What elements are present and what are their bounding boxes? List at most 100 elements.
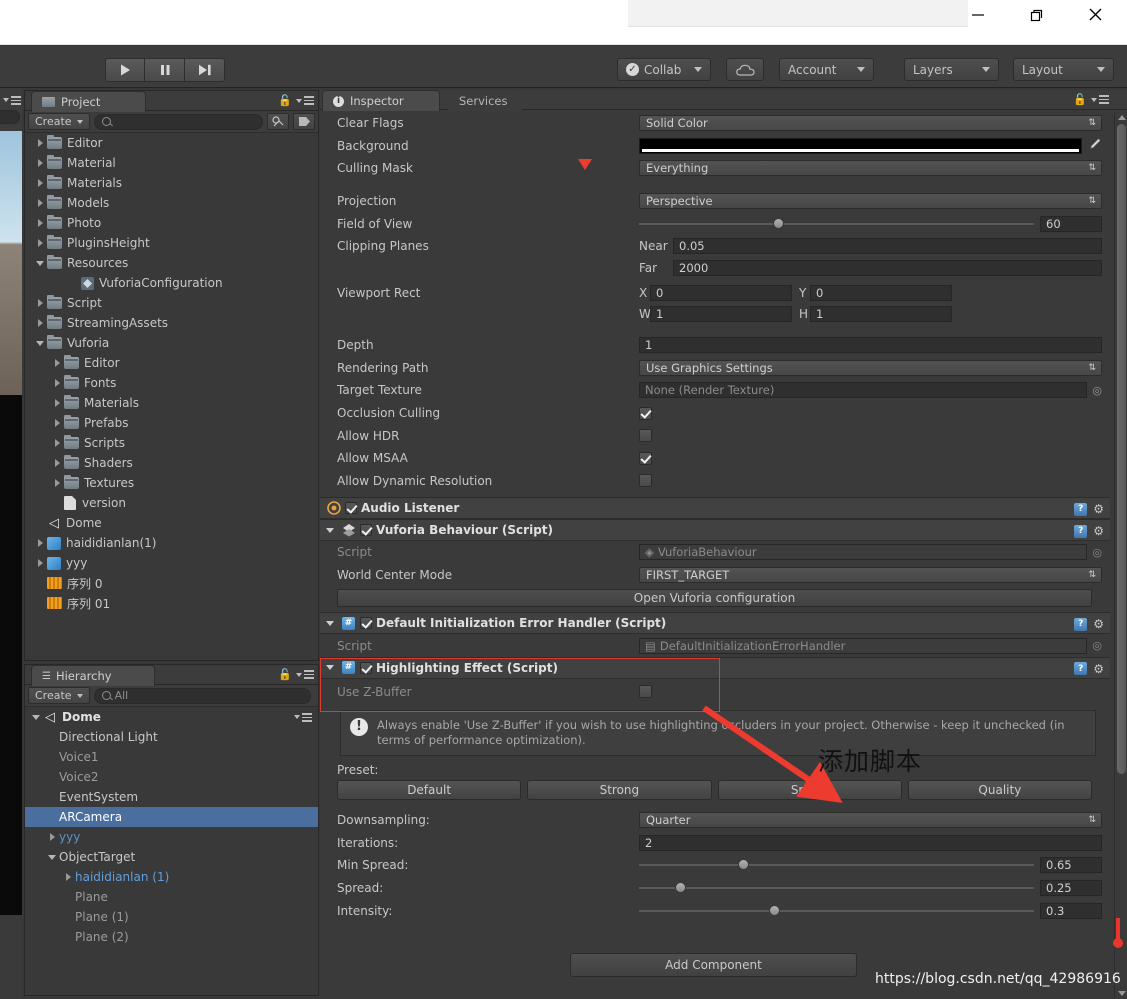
intensity-input[interactable]: 0.3 bbox=[1040, 902, 1102, 919]
project-tree-item[interactable]: Resources bbox=[25, 253, 318, 273]
allow-msaa-checkbox[interactable] bbox=[639, 451, 652, 465]
projection-dropdown[interactable]: Perspective ⇅ bbox=[639, 193, 1102, 210]
disclosure-arrow-icon[interactable] bbox=[52, 397, 64, 409]
project-create-button[interactable]: Create bbox=[28, 113, 90, 130]
downsampling-dropdown[interactable]: Quarter ⇅ bbox=[639, 812, 1102, 829]
fov-value-input[interactable]: 60 bbox=[1040, 215, 1102, 232]
panel-menu-icon[interactable] bbox=[296, 96, 314, 105]
project-tree-item[interactable]: StreamingAssets bbox=[25, 313, 318, 333]
allow-dynamic-resolution-checkbox[interactable] bbox=[639, 474, 652, 488]
preset-button[interactable]: Default bbox=[337, 779, 522, 800]
fov-slider[interactable] bbox=[639, 217, 1034, 229]
viewport-h-input[interactable]: 1 bbox=[810, 306, 952, 323]
occlusion-culling-checkbox[interactable] bbox=[639, 406, 652, 420]
help-icon[interactable]: ? bbox=[1074, 662, 1088, 676]
clear-flags-dropdown[interactable]: Solid Color ⇅ bbox=[639, 115, 1102, 132]
gear-icon[interactable]: ⚙ bbox=[1093, 662, 1104, 676]
project-tree-item[interactable]: Script bbox=[25, 293, 318, 313]
intensity-slider[interactable] bbox=[639, 904, 1034, 916]
project-asset-tree[interactable]: Editor Material Materials Models Photo Plugin… bbox=[25, 133, 318, 660]
account-button[interactable]: Account bbox=[779, 58, 874, 81]
pause-icon[interactable] bbox=[145, 58, 185, 82]
lock-icon[interactable]: 🔓 bbox=[278, 668, 292, 681]
tab-project[interactable]: Project bbox=[31, 91, 146, 112]
open-vuforia-configuration-button[interactable]: Open Vuforia configuration bbox=[337, 589, 1092, 608]
disclosure-arrow-icon[interactable] bbox=[52, 477, 64, 489]
hierarchy-search-input[interactable]: All bbox=[93, 687, 311, 704]
layout-button[interactable]: Layout bbox=[1013, 58, 1114, 81]
hierarchy-tree-item[interactable]: Plane bbox=[25, 887, 318, 907]
preset-button[interactable]: Speed bbox=[717, 779, 902, 800]
culling-mask-dropdown[interactable]: Everything ⇅ bbox=[639, 160, 1102, 177]
component-header-vuforia-behaviour[interactable]: Vuforia Behaviour (Script) ? ⚙ bbox=[320, 519, 1110, 542]
world-center-mode-dropdown[interactable]: FIRST_TARGET ⇅ bbox=[639, 567, 1102, 584]
hierarchy-tree-item[interactable]: haididianlan (1) bbox=[25, 867, 318, 887]
viewport-y-input[interactable]: 0 bbox=[810, 285, 952, 302]
project-tree-item[interactable]: Editor bbox=[25, 133, 318, 153]
project-tree-item[interactable]: Editor bbox=[25, 353, 318, 373]
project-tree-item[interactable]: VuforiaConfiguration bbox=[25, 273, 318, 293]
project-tree-item[interactable]: Prefabs bbox=[25, 413, 318, 433]
hierarchy-tree-item[interactable]: ARCamera bbox=[25, 807, 318, 827]
iterations-input[interactable]: 2 bbox=[639, 834, 1102, 851]
disclosure-arrow-icon[interactable] bbox=[63, 871, 75, 883]
inspector-scrollbar[interactable] bbox=[1114, 112, 1127, 999]
hierarchy-tree-item[interactable]: Voice1 bbox=[25, 747, 318, 767]
project-tree-item[interactable]: Models bbox=[25, 193, 318, 213]
hierarchy-tree-item[interactable]: EventSystem bbox=[25, 787, 318, 807]
tab-hierarchy[interactable]: ☰ Hierarchy bbox=[31, 665, 155, 686]
hierarchy-object-tree[interactable]: ◁ Dome Directional Light Voice1 Voice2 EventS… bbox=[25, 707, 318, 995]
disclosure-arrow-icon[interactable] bbox=[35, 317, 47, 329]
project-tree-item[interactable]: PluginsHeight bbox=[25, 233, 318, 253]
collab-button[interactable]: ✓ Collab bbox=[617, 58, 711, 81]
help-icon[interactable]: ? bbox=[1074, 524, 1088, 538]
scene-view-preview-edge[interactable] bbox=[0, 131, 22, 395]
tab-services[interactable]: Services bbox=[448, 90, 522, 111]
lock-icon[interactable]: 🔓 bbox=[1073, 93, 1087, 106]
panel-menu-icon[interactable] bbox=[3, 96, 21, 105]
disclosure-arrow-icon[interactable] bbox=[31, 711, 43, 723]
error-handler-enabled-checkbox[interactable] bbox=[360, 617, 372, 630]
disclosure-arrow-icon[interactable] bbox=[52, 437, 64, 449]
vuforia-enabled-checkbox[interactable] bbox=[360, 524, 372, 537]
viewport-x-input[interactable]: 0 bbox=[650, 285, 792, 302]
project-filter-type-button[interactable] bbox=[267, 113, 289, 130]
help-icon[interactable]: ? bbox=[1074, 617, 1088, 631]
scroll-up-arrow-icon[interactable] bbox=[1118, 115, 1126, 120]
use-zbuffer-checkbox[interactable] bbox=[639, 685, 652, 699]
gear-icon[interactable]: ⚙ bbox=[1093, 617, 1104, 631]
close-icon[interactable] bbox=[1072, 0, 1118, 29]
hierarchy-tree-item[interactable]: Plane (1) bbox=[25, 907, 318, 927]
disclosure-arrow-icon[interactable] bbox=[52, 377, 64, 389]
disclosure-arrow-icon[interactable] bbox=[52, 357, 64, 369]
project-tree-item[interactable]: Materials bbox=[25, 393, 318, 413]
viewport-w-input[interactable]: 1 bbox=[650, 306, 792, 323]
audio-listener-enabled-checkbox[interactable] bbox=[345, 502, 357, 515]
disclosure-arrow-icon[interactable] bbox=[35, 137, 47, 149]
project-tree-item[interactable]: 序列 0 bbox=[25, 573, 318, 593]
eyedropper-icon[interactable] bbox=[1087, 137, 1102, 155]
inspector-scroll-thumb[interactable] bbox=[1117, 124, 1126, 774]
gear-icon[interactable]: ⚙ bbox=[1093, 502, 1104, 516]
play-icon[interactable] bbox=[105, 58, 145, 82]
component-header-error-handler[interactable]: # Default Initialization Error Handler (… bbox=[320, 612, 1110, 635]
disclosure-arrow-icon[interactable] bbox=[35, 537, 47, 549]
disclosure-arrow-icon[interactable] bbox=[35, 557, 47, 569]
project-tree-item[interactable]: Shaders bbox=[25, 453, 318, 473]
scene-context-menu-icon[interactable] bbox=[294, 713, 312, 722]
disclosure-arrow-icon[interactable] bbox=[47, 831, 59, 843]
project-tree-item[interactable]: Material bbox=[25, 153, 318, 173]
project-tree-item[interactable]: yyy bbox=[25, 553, 318, 573]
maximize-icon[interactable] bbox=[1013, 0, 1059, 29]
preset-button[interactable]: Strong bbox=[527, 779, 712, 800]
near-input[interactable]: 0.05 bbox=[673, 238, 1102, 255]
min-spread-input[interactable]: 0.65 bbox=[1040, 857, 1102, 874]
project-filter-label-button[interactable] bbox=[293, 113, 315, 130]
disclosure-arrow-icon[interactable] bbox=[35, 157, 47, 169]
rendering-path-dropdown[interactable]: Use Graphics Settings ⇅ bbox=[639, 359, 1102, 376]
hierarchy-tree-item[interactable]: yyy bbox=[25, 827, 318, 847]
project-tree-item[interactable]: Fonts bbox=[25, 373, 318, 393]
project-search-input[interactable] bbox=[93, 113, 263, 130]
project-tree-item[interactable]: Scripts bbox=[25, 433, 318, 453]
disclosure-arrow-icon[interactable] bbox=[35, 337, 47, 349]
